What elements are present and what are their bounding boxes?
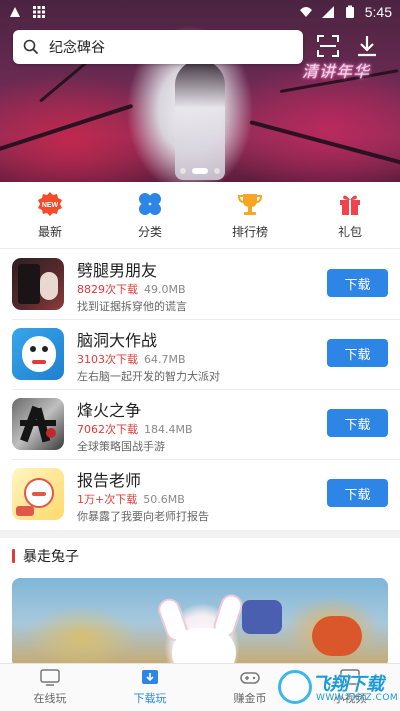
- category-ranking[interactable]: 排行榜: [200, 182, 300, 248]
- app-notification-icon: [10, 7, 20, 17]
- app-name: 烽火之争: [77, 401, 142, 420]
- tv-icon: [40, 669, 60, 686]
- app-name: 报告老师: [77, 471, 142, 490]
- hero-overlay-title: 清讲年华: [301, 62, 370, 81]
- watermark-logo-icon: [278, 670, 312, 704]
- search-input[interactable]: 纪念碑谷: [49, 37, 105, 57]
- app-list-item[interactable]: 劈腿男朋友 8829次下载 49.0MB 找到证据拆穿他的谎言 下载: [0, 249, 400, 319]
- app-list-item[interactable]: 烽火之争 7062次下载 184.4MB 全球策略国战手游 下载: [0, 389, 400, 459]
- app-size: 49.0MB: [144, 283, 186, 296]
- download-count: 7062次下载: [77, 423, 138, 436]
- trophy-icon: [237, 193, 263, 215]
- category-label: 排行榜: [231, 224, 268, 239]
- robot-enemy: [242, 600, 282, 634]
- download-count: 8829次下载: [77, 283, 138, 296]
- hero-character: [175, 60, 225, 180]
- svg-text:NEW: NEW: [42, 202, 59, 209]
- site-watermark: 飞翔下载 WWW.FXXZ.COM: [278, 668, 399, 708]
- carousel-dot-active[interactable]: [192, 168, 208, 174]
- clover-icon: [139, 192, 161, 215]
- category-newest[interactable]: NEW 最新: [0, 182, 100, 248]
- status-bar: 5:45: [0, 0, 400, 24]
- carousel-dot[interactable]: [214, 168, 220, 174]
- scan-icon[interactable]: [316, 34, 340, 58]
- category-gift[interactable]: 礼包: [300, 182, 400, 248]
- download-count: 3103次下载: [77, 353, 138, 366]
- section-accent-bar: [12, 549, 15, 563]
- app-icon: [12, 398, 64, 450]
- gift-icon: [340, 195, 360, 215]
- app-name: 劈腿男朋友: [77, 261, 158, 280]
- app-list-item[interactable]: 报告老师 1万+次下载 50.6MB 你暴露了我要向老师打报告 下载: [0, 459, 400, 529]
- grid-icon: [33, 6, 45, 18]
- app-list-item[interactable]: 脑洞大作战 3103次下载 64.7MB 左右脑一起开发的智力大派对 下载: [0, 319, 400, 389]
- section-separator: [0, 530, 400, 538]
- category-label: 最新: [37, 224, 62, 239]
- download-button[interactable]: 下载: [327, 339, 388, 367]
- app-meta: 3103次下载 64.7MB: [77, 351, 186, 367]
- branch-decoration: [249, 120, 400, 166]
- nav-label: 下载玩: [133, 692, 167, 705]
- download-count: 1万+次下载: [77, 493, 138, 506]
- search-icon: [23, 39, 39, 55]
- download-manager-icon[interactable]: [355, 34, 379, 58]
- app-size: 184.4MB: [144, 423, 193, 436]
- carousel-indicator: [0, 168, 400, 174]
- category-classify[interactable]: 分类: [100, 182, 200, 248]
- category-label: 礼包: [337, 224, 362, 239]
- download-button[interactable]: 下载: [327, 479, 388, 507]
- signal-icon: [321, 6, 334, 18]
- app-name: 脑洞大作战: [77, 331, 158, 350]
- category-label: 分类: [137, 224, 162, 239]
- app-description: 全球策略国战手游: [77, 440, 165, 453]
- app-icon: [12, 468, 64, 520]
- app-description: 你暴露了我要向老师打报告: [77, 510, 209, 523]
- app-meta: 8829次下载 49.0MB: [77, 281, 186, 297]
- status-time: 5:45: [364, 4, 392, 20]
- app-meta: 1万+次下载 50.6MB: [77, 491, 185, 507]
- nav-label: 在线玩: [33, 692, 67, 705]
- app-icon: [12, 328, 64, 380]
- app-size: 64.7MB: [144, 353, 186, 366]
- watermark-url: WWW.FXXZ.COM: [316, 693, 399, 703]
- battery-icon: [345, 5, 354, 18]
- section-header: 暴走兔子: [0, 538, 400, 574]
- gamepad-icon: [240, 672, 260, 684]
- hero-banner[interactable]: 清讲年华: [0, 0, 400, 182]
- app-description: 找到证据拆穿他的谎言: [77, 300, 187, 313]
- carousel-dot[interactable]: [180, 168, 186, 174]
- app-description: 左右脑一起开发的智力大派对: [77, 370, 220, 383]
- download-button[interactable]: 下载: [327, 409, 388, 437]
- bunny-head: [172, 628, 236, 668]
- featured-game-banner[interactable]: [12, 578, 388, 668]
- category-row: NEW 最新 分类 排行榜 礼包: [0, 182, 400, 248]
- branch-decoration: [0, 103, 134, 154]
- app-meta: 7062次下载 184.4MB: [77, 421, 193, 437]
- nav-online-play[interactable]: 在线玩: [0, 664, 100, 711]
- search-bar[interactable]: 纪念碑谷: [13, 30, 303, 64]
- download-button[interactable]: 下载: [327, 269, 388, 297]
- nav-download-play[interactable]: 下载玩: [100, 664, 200, 711]
- creature-enemy: [312, 616, 362, 656]
- section-title: 暴走兔子: [23, 549, 79, 565]
- nav-label: 赚金币: [233, 692, 267, 705]
- download-icon: [142, 670, 158, 684]
- app-size: 50.6MB: [143, 493, 185, 506]
- new-badge-icon: NEW: [38, 191, 62, 216]
- app-icon: [12, 258, 64, 310]
- wifi-icon: [299, 7, 312, 17]
